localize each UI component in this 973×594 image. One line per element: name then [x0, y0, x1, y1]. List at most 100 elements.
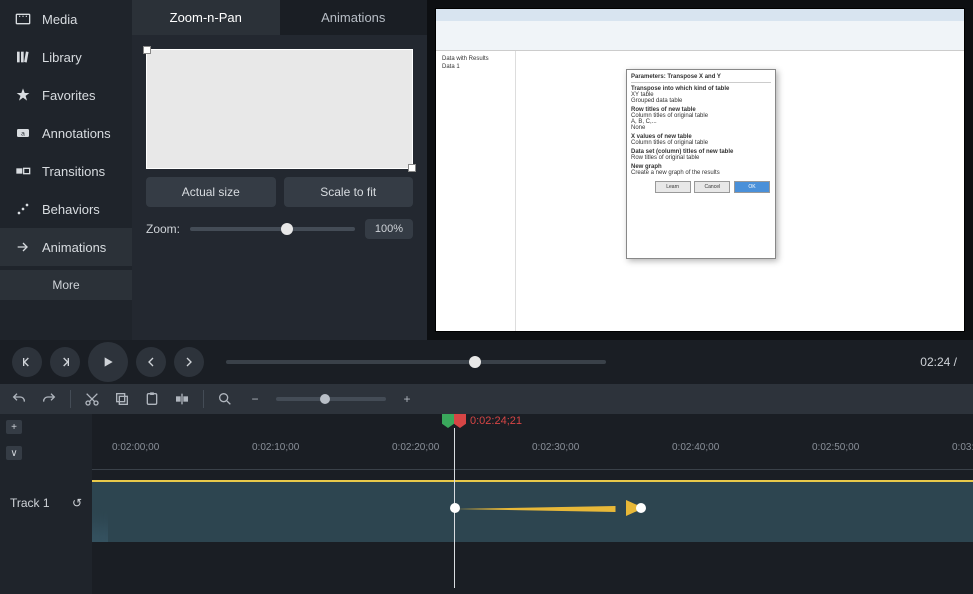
zoom-thumbnail-wrap	[132, 35, 427, 177]
playhead-handle[interactable]	[442, 414, 466, 428]
tab-animations[interactable]: Animations	[280, 0, 428, 35]
divider	[70, 390, 71, 408]
nav-section: Data with Results	[440, 55, 511, 63]
scale-to-fit-button[interactable]: Scale to fit	[284, 177, 414, 207]
prev-frame-button[interactable]	[12, 347, 42, 377]
zoom-plus-button[interactable]: +	[398, 390, 416, 408]
dialog-ok-button: OK	[734, 181, 770, 193]
sidebar-item-animations[interactable]: Animations	[0, 228, 132, 266]
track1-label[interactable]: Track 1 ↺	[0, 466, 92, 510]
playhead-in-marker[interactable]	[442, 414, 454, 428]
sidebar-label: Behaviors	[42, 202, 100, 217]
star-icon	[14, 86, 32, 104]
playhead[interactable]: 0:02:24;21	[442, 414, 522, 428]
timeline-zoom-knob[interactable]	[320, 394, 330, 404]
track-header-column: + ∨ Track 1 ↺	[0, 414, 92, 594]
track-row-1[interactable]	[92, 470, 973, 552]
split-button[interactable]	[173, 390, 191, 408]
zoom-out-icon	[216, 390, 234, 408]
zoom-minus-button[interactable]: −	[246, 390, 264, 408]
playhead-out-marker[interactable]	[454, 414, 466, 428]
timeline-zoom-slider[interactable]	[276, 397, 386, 401]
preview-nav: Data with Results Data 1	[436, 51, 516, 331]
arrow-body	[454, 506, 624, 512]
sidebar-item-behaviors[interactable]: Behaviors	[0, 190, 132, 228]
library-icon	[14, 48, 32, 66]
paste-button[interactable]	[143, 390, 161, 408]
playhead-timecode: 0:02:24;21	[470, 415, 522, 427]
sidebar: Media Library Favorites a Annotations Tr…	[0, 0, 132, 340]
top-area: Media Library Favorites a Annotations Tr…	[0, 0, 973, 340]
sidebar-label: Annotations	[42, 126, 111, 141]
add-track-button[interactable]: +	[6, 420, 22, 434]
sidebar-item-transitions[interactable]: Transitions	[0, 152, 132, 190]
animation-end-keyframe[interactable]	[636, 503, 646, 513]
sidebar-item-library[interactable]: Library	[0, 38, 132, 76]
cut-button[interactable]	[83, 390, 101, 408]
divider	[203, 390, 204, 408]
sidebar-label: Favorites	[42, 88, 95, 103]
next-frame-button[interactable]	[50, 347, 80, 377]
undo-button[interactable]	[10, 390, 28, 408]
zoom-buttons: Actual size Scale to fit	[132, 177, 427, 219]
sidebar-label: Library	[42, 50, 82, 65]
skip-back-button[interactable]	[136, 347, 166, 377]
nav-item: Data 1	[440, 63, 511, 71]
timecode-display: 02:24 /	[920, 355, 961, 369]
panel-tabs: Zoom-n-Pan Animations	[132, 0, 427, 35]
timeline: + ∨ Track 1 ↺ 0:02:24;21 0:02:00;00 0:0	[0, 414, 973, 594]
arrow-right-icon	[14, 238, 32, 256]
redo-button[interactable]	[40, 390, 58, 408]
sidebar-more[interactable]: More	[0, 270, 132, 300]
timeline-ruler[interactable]: 0:02:00;00 0:02:10;00 0:02:20;00 0:02:30…	[92, 442, 973, 470]
timeline-toolbar: − +	[0, 384, 973, 414]
properties-panel: Zoom-n-Pan Animations Actual size Scale …	[132, 0, 427, 340]
ruler-tick: 0:02:50;00	[812, 442, 859, 453]
ruler-tick: 0:02:40;00	[672, 442, 719, 453]
tab-zoom-n-pan[interactable]: Zoom-n-Pan	[132, 0, 280, 35]
zoom-thumbnail[interactable]	[146, 49, 413, 169]
sidebar-item-favorites[interactable]: Favorites	[0, 76, 132, 114]
copy-button[interactable]	[113, 390, 131, 408]
animation-start-keyframe[interactable]	[450, 503, 460, 513]
preview-canvas[interactable]: Data with Results Data 1 Parameters: Tra…	[427, 0, 973, 340]
track-controls: ∨	[0, 440, 92, 466]
dialog-option: None	[631, 125, 771, 131]
play-button[interactable]	[88, 342, 128, 382]
scrub-bar[interactable]	[226, 360, 606, 364]
track-body[interactable]: 0:02:24;21 0:02:00;00 0:02:10;00 0:02:20…	[92, 414, 973, 594]
zoom-value[interactable]: 100%	[365, 219, 413, 239]
behaviors-icon	[14, 200, 32, 218]
dialog-learn-button: Learn	[655, 181, 691, 193]
sidebar-label: Animations	[42, 240, 106, 255]
sidebar-item-media[interactable]: Media	[0, 0, 132, 38]
animation-arrow[interactable]	[454, 500, 644, 516]
scrub-knob[interactable]	[469, 356, 481, 368]
preview-ribbon	[436, 21, 964, 51]
transport-bar: 02:24 /	[0, 340, 973, 384]
track-lock-icon[interactable]: ↺	[72, 496, 82, 510]
dialog-cancel-button: Cancel	[694, 181, 730, 193]
zoom-slider-knob[interactable]	[281, 223, 293, 235]
zoom-slider[interactable]	[190, 227, 355, 231]
sidebar-label: Transitions	[42, 164, 105, 179]
track-expand-button[interactable]: ∨	[6, 446, 22, 460]
ruler-tick: 0:02:30;00	[532, 442, 579, 453]
actual-size-button[interactable]: Actual size	[146, 177, 276, 207]
ruler-tick: 0:02:20;00	[392, 442, 439, 453]
ruler-tick: 0:03:00;00	[952, 442, 973, 453]
skip-forward-button[interactable]	[174, 347, 204, 377]
dialog-option: Column titles of original table	[631, 140, 771, 146]
sidebar-item-annotations[interactable]: a Annotations	[0, 114, 132, 152]
dialog-title: Parameters: Transpose X and Y	[631, 74, 771, 83]
dialog-option: Grouped data table	[631, 98, 771, 104]
dialog-option: Row titles of original table	[631, 155, 771, 161]
svg-text:a: a	[21, 131, 25, 138]
track-name: Track 1	[10, 496, 50, 510]
sidebar-label: Media	[42, 12, 77, 27]
media-icon	[14, 10, 32, 28]
ruler-tick: 0:02:10;00	[252, 442, 299, 453]
zoom-label: Zoom:	[146, 222, 180, 236]
transition-icon	[14, 162, 32, 180]
zoom-row: Zoom: 100%	[132, 219, 427, 253]
